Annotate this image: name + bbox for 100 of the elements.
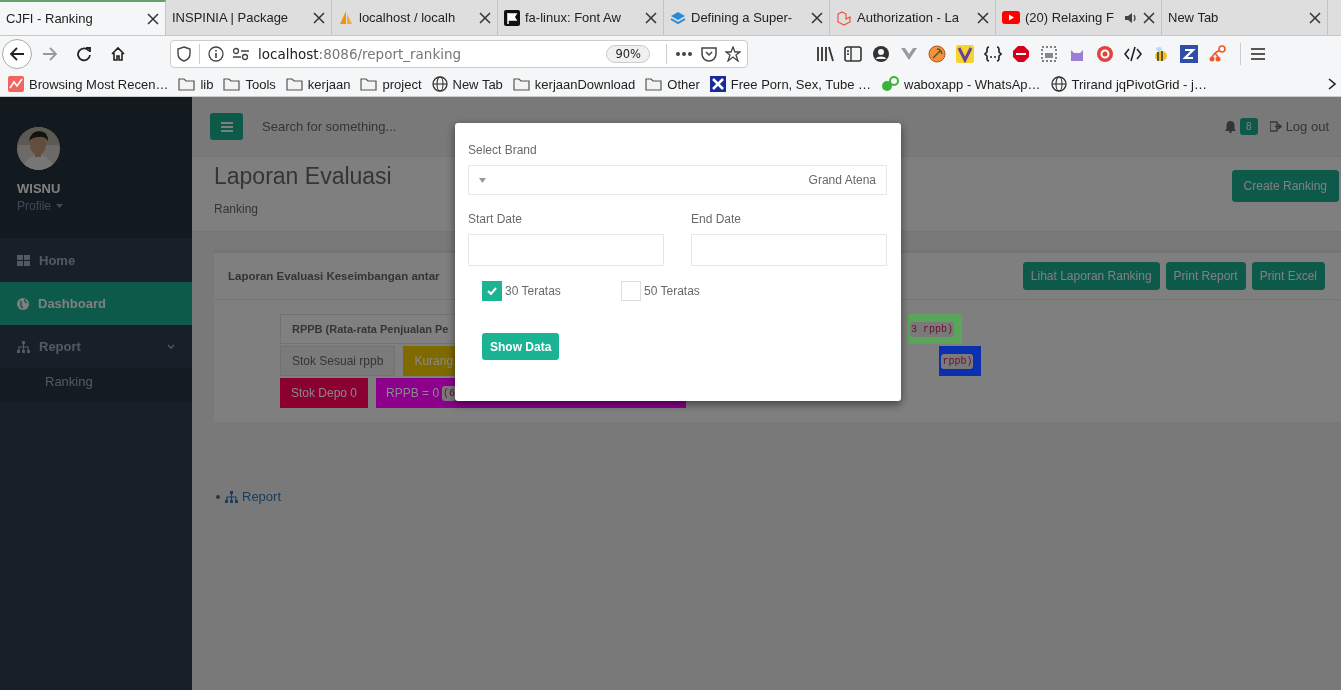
bookmark[interactable]: project [360, 76, 422, 92]
close-icon[interactable] [811, 11, 823, 24]
shield-icon [177, 46, 191, 62]
tab-title: (20) Relaxing F [1025, 10, 1115, 25]
back-arrow-icon [9, 46, 25, 62]
back-button[interactable] [2, 39, 32, 69]
browser-tab[interactable]: Defining a Super- [664, 0, 830, 35]
close-icon[interactable] [977, 11, 989, 24]
checkbox-label: 50 Teratas [644, 284, 700, 298]
page-title: Laporan Evaluasi [214, 163, 392, 190]
play-icon [1002, 11, 1020, 24]
close-icon[interactable] [313, 11, 325, 24]
z-tile-icon[interactable] [1180, 45, 1198, 63]
tab-title: fa-linux: Font Aw [525, 10, 622, 25]
globe-icon [431, 76, 448, 92]
sitemap-icon [17, 340, 30, 353]
globe-icon [17, 297, 29, 310]
card-title: Laporan Evaluasi Keseimbangan antar [228, 270, 440, 282]
browser-tab[interactable]: INSPINIA | Package [166, 0, 332, 35]
end-date-field[interactable] [691, 234, 887, 266]
legend-label: Stok Sesuai rppb [292, 354, 384, 368]
more-icon[interactable] [675, 51, 693, 57]
url-host: localhost [258, 46, 319, 62]
tab-title: New Tab [1168, 10, 1220, 25]
code-icon[interactable] [1124, 45, 1142, 63]
sign-out-icon [1269, 121, 1282, 132]
close-icon[interactable] [1143, 11, 1155, 24]
bookmark[interactable]: kerjaanDownload [512, 76, 636, 92]
close-icon[interactable] [645, 11, 657, 24]
grid-icon [17, 254, 30, 267]
stack-icon [670, 9, 686, 26]
pocket-icon[interactable] [701, 46, 717, 62]
bookmark-label: Tools [245, 76, 276, 92]
bookmark[interactable]: kerjaan [285, 76, 351, 92]
tab-title: Defining a Super- [691, 10, 794, 25]
globe-icon [1050, 76, 1067, 92]
chevron-right-icon[interactable] [1327, 77, 1337, 91]
cube-icon [836, 9, 852, 26]
browser-tab[interactable]: localhost / localh [332, 0, 498, 35]
browser-tab[interactable]: Authorization - La [830, 0, 996, 35]
bookmark[interactable]: lib [178, 76, 214, 92]
bookmark-label: kerjaan [307, 76, 351, 92]
permissions-icon [232, 47, 250, 61]
sidebar-icon[interactable] [844, 45, 862, 63]
browser-tab[interactable]: New Tab [1162, 0, 1328, 35]
speaker-icon[interactable] [1124, 10, 1138, 25]
url-path: :8086/report_ranking [318, 46, 463, 62]
rainbow-v-icon[interactable] [956, 45, 974, 63]
flag-icon [504, 9, 520, 26]
browser-tab[interactable]: (20) Relaxing F [996, 0, 1162, 35]
brand-select[interactable]: Grand Atena [468, 165, 887, 195]
bell-icon[interactable] [1225, 120, 1237, 133]
address-bar[interactable]: localhost:8086/report_ranking 90% [170, 40, 748, 68]
field-label: End Date [691, 212, 743, 226]
forward-arrow-icon [42, 46, 58, 62]
screenshot-icon[interactable] [1040, 45, 1058, 63]
bookmark[interactable]: New Tab [431, 76, 503, 92]
chart-icon [8, 76, 24, 92]
bookmark-label: lib [200, 76, 214, 92]
cross-icon [709, 76, 726, 92]
bookmark[interactable]: Other [645, 76, 700, 92]
account-icon[interactable] [872, 45, 890, 63]
code-label: (6 [442, 385, 457, 401]
menu-icon[interactable] [1251, 47, 1265, 61]
start-date-field[interactable] [468, 234, 664, 266]
search-field[interactable]: Search for something... [260, 118, 564, 135]
menu-icon [220, 121, 233, 132]
sail-icon [338, 9, 354, 26]
field-label: Start Date [468, 212, 524, 226]
folder-icon [285, 77, 303, 91]
bookmark[interactable]: Tools [223, 76, 276, 92]
tab-title: localhost / localh [359, 10, 457, 25]
home-icon [110, 46, 126, 62]
network-nodes-icon[interactable] [1208, 45, 1226, 63]
reload-icon [76, 46, 92, 62]
user-name: WISNU [17, 181, 62, 196]
star-icon[interactable] [725, 46, 741, 62]
checkbox-label: 30 Teratas [505, 284, 561, 298]
bee-icon[interactable] [1152, 45, 1170, 63]
legend-label: RPPB = 0 [386, 386, 440, 400]
notification-count: 8 [1240, 118, 1258, 135]
code-label: 3 rppb) [910, 321, 954, 337]
tab-title: CJFI - Ranking [6, 11, 94, 26]
close-icon[interactable] [147, 12, 159, 25]
info-icon [208, 46, 224, 62]
sitemap-icon [225, 490, 238, 503]
browser-tab[interactable]: CJFI - Ranking [0, 0, 166, 35]
braces-icon[interactable] [984, 45, 1002, 63]
close-icon[interactable] [479, 11, 491, 24]
checkbox[interactable] [482, 281, 502, 301]
folder-icon [645, 77, 663, 91]
pickaxe-icon[interactable] [928, 45, 946, 63]
library-icon[interactable] [816, 45, 834, 63]
browser-tab[interactable]: fa-linux: Font Aw [498, 0, 664, 35]
bookmark-label: Other [667, 76, 700, 92]
stop-sign-icon[interactable] [1012, 45, 1030, 63]
legend-label: RPPB (Rata-rata Penjualan Pe [292, 323, 449, 335]
legend-label: Stok Depo 0 [291, 386, 358, 400]
close-icon[interactable] [1309, 11, 1321, 24]
zoom-level[interactable]: 90% [606, 45, 650, 63]
